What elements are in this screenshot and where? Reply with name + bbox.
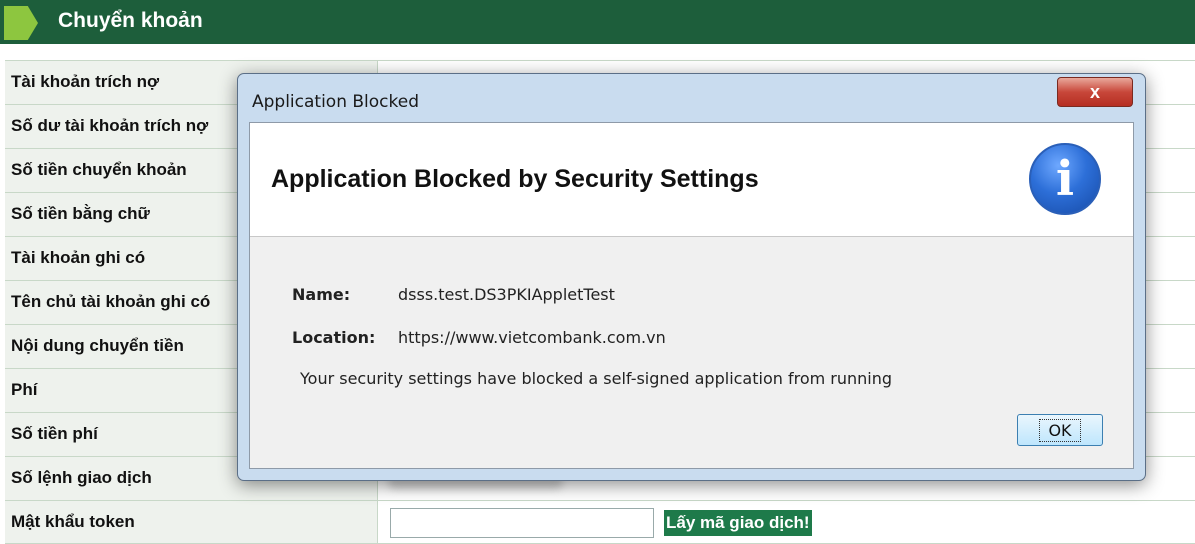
location-label: Location:	[292, 328, 376, 347]
close-icon: x	[1089, 81, 1100, 102]
row-label-token-password: Mật khẩu token	[5, 501, 378, 543]
location-value: https://www.vietcombank.com.vn	[398, 328, 666, 347]
application-blocked-dialog: Application Blocked x Application Blocke…	[237, 73, 1146, 481]
close-button[interactable]: x	[1057, 77, 1133, 107]
dialog-title: Application Blocked	[252, 92, 420, 112]
header-tab-marker	[4, 6, 38, 40]
name-value: dsss.test.DS3PKIAppletTest	[398, 285, 615, 304]
dialog-banner: Application Blocked by Security Settings…	[250, 123, 1133, 237]
dialog-message: Your security settings have blocked a se…	[300, 369, 893, 388]
name-field: Name: dsss.test.DS3PKIAppletTest	[292, 285, 615, 304]
name-label: Name:	[292, 285, 351, 304]
token-password-input[interactable]	[390, 508, 654, 538]
row-value-token-password: Lấy mã giao dịch!	[388, 501, 1195, 543]
ok-button[interactable]: OK	[1017, 414, 1103, 446]
form-row: Mật khẩu token Lấy mã giao dịch!	[5, 500, 1195, 544]
location-field: Location: https://www.vietcombank.com.vn	[292, 328, 666, 347]
dialog-heading: Application Blocked by Security Settings	[271, 165, 759, 193]
get-transaction-code-button[interactable]: Lấy mã giao dịch!	[664, 510, 812, 536]
page-title: Chuyển khoản	[58, 9, 203, 32]
info-icon: i	[1029, 143, 1101, 215]
ok-button-label: OK	[1039, 418, 1081, 442]
info-icon-glyph: i	[1055, 151, 1075, 207]
page-header: Chuyển khoản	[0, 0, 1195, 44]
dialog-content: Application Blocked by Security Settings…	[249, 122, 1134, 469]
